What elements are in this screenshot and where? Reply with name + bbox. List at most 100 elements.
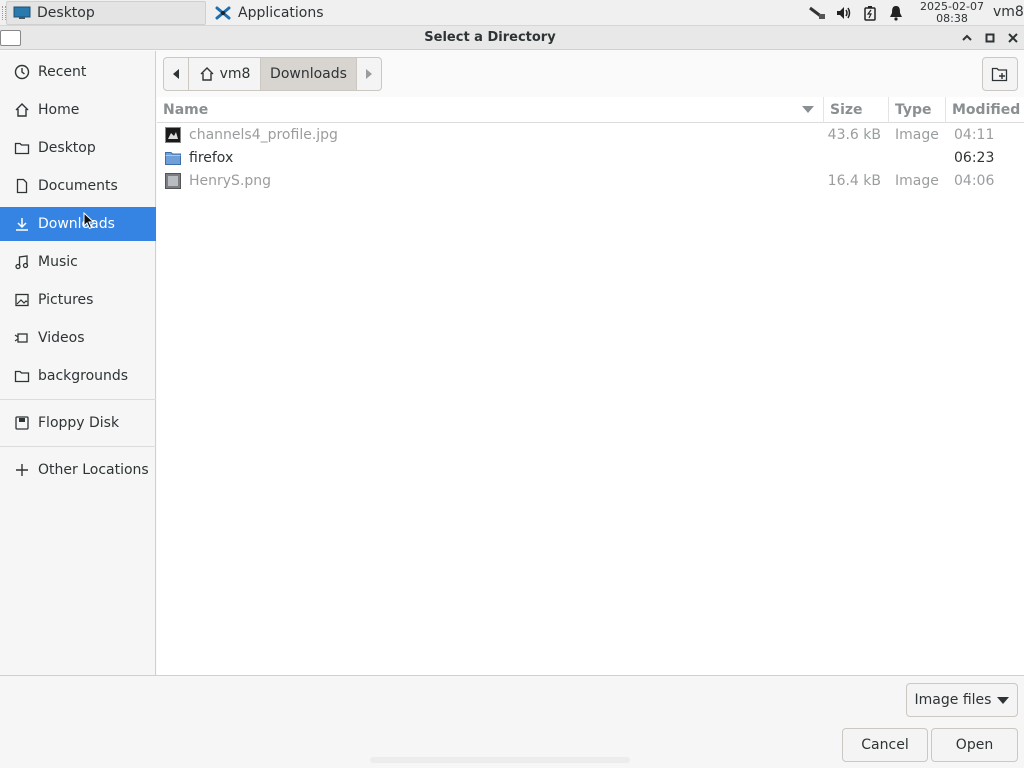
sidebar-item-label: Other Locations: [38, 462, 149, 478]
file-size: 43.6 kB: [827, 126, 881, 143]
notification-bell-icon[interactable]: [886, 3, 906, 23]
path-segment-downloads[interactable]: Downloads: [261, 58, 357, 90]
sidebar-item-label: backgrounds: [38, 368, 129, 384]
clock-icon: [14, 64, 30, 80]
sidebar-item-desktop[interactable]: Desktop: [0, 131, 156, 165]
dialog-title: Select a Directory: [424, 30, 556, 45]
sidebar-item-label: Pictures: [38, 292, 94, 308]
file-list-header: Name Size Type Modified: [157, 97, 1024, 123]
sidebar-item-label: Desktop: [38, 140, 96, 156]
dialog-footer: Image files Cancel Open: [0, 675, 1024, 768]
document-icon: [14, 178, 30, 194]
path-scroll-left-button[interactable]: [164, 58, 189, 90]
file-list[interactable]: Name Size Type Modified channels4_profil…: [157, 97, 1024, 675]
folder-icon: [14, 140, 30, 156]
file-name: channels4_profile.jpg: [189, 126, 338, 143]
sidebar-item-documents[interactable]: Documents: [0, 169, 156, 203]
path-bar: vm8 Downloads: [163, 57, 382, 91]
sort-descending-icon: [802, 106, 814, 113]
file-name: firefox: [189, 149, 234, 166]
path-segment-label: Downloads: [270, 66, 347, 82]
desktop-icon: [13, 5, 31, 21]
sidebar-item-music[interactable]: Music: [0, 245, 156, 279]
path-segment-home[interactable]: vm8: [189, 58, 261, 90]
download-icon: [14, 216, 30, 232]
column-header-label: Modified: [952, 102, 1021, 118]
folder-icon: [164, 146, 182, 169]
sidebar-item-label: Recent: [38, 64, 87, 80]
floppy-icon: [14, 415, 30, 431]
file-size: 16.4 kB: [827, 172, 881, 189]
file-type: Image: [895, 126, 939, 143]
file-modified: 04:06: [954, 172, 995, 189]
new-folder-button[interactable]: [982, 57, 1018, 91]
path-scroll-right-button[interactable]: [357, 58, 381, 90]
column-header-name[interactable]: Name: [157, 97, 824, 123]
file-modified: 04:11: [954, 126, 995, 143]
mouse-cursor-icon: [83, 211, 95, 234]
sidebar-item-label: Downloads: [38, 216, 115, 232]
applications-icon: [214, 5, 232, 21]
chevron-right-icon: [366, 69, 372, 79]
table-row[interactable]: firefox 06:23: [157, 146, 1024, 169]
close-icon[interactable]: [1004, 29, 1022, 47]
sidebar-item-label: Floppy Disk: [38, 415, 120, 431]
home-icon: [200, 67, 214, 81]
picture-icon: [14, 292, 30, 308]
sidebar-item-pictures[interactable]: Pictures: [0, 283, 156, 317]
column-header-modified[interactable]: Modified: [946, 97, 1024, 123]
clock-time: 08:38: [936, 12, 968, 25]
table-row[interactable]: channels4_profile.jpg 43.6 kB Image 04:1…: [157, 123, 1024, 146]
image-file-icon: [164, 123, 182, 146]
cancel-button[interactable]: Cancel: [842, 728, 928, 762]
places-sidebar: Recent Home Desktop Documents Downloads …: [0, 51, 156, 675]
path-segment-label: vm8: [219, 66, 251, 82]
sidebar-item-recent[interactable]: Recent: [0, 55, 156, 89]
file-modified: 06:23: [954, 149, 995, 166]
folder-icon: [14, 368, 30, 384]
volume-icon[interactable]: [834, 3, 854, 23]
sidebar-item-floppy-disk[interactable]: Floppy Disk: [0, 406, 156, 440]
column-header-type[interactable]: Type: [889, 97, 946, 123]
applications-label: Applications: [238, 5, 324, 21]
chevron-left-icon: [173, 69, 179, 79]
video-icon: [14, 330, 30, 346]
file-filter-dropdown[interactable]: Image files: [906, 683, 1018, 717]
sidebar-divider: [0, 399, 156, 400]
sidebar-item-label: Home: [38, 102, 80, 118]
applications-menu-button[interactable]: Applications: [208, 1, 388, 25]
sidebar-item-backgrounds[interactable]: backgrounds: [0, 359, 156, 393]
file-filter-label: Image files: [914, 692, 992, 708]
column-header-label: Name: [163, 102, 209, 118]
sidebar-item-videos[interactable]: Videos: [0, 321, 156, 355]
maximize-icon[interactable]: [981, 29, 999, 47]
table-row[interactable]: HenryS.png 16.4 kB Image 04:06: [157, 169, 1024, 192]
column-header-label: Type: [895, 102, 932, 118]
dialog-titlebar[interactable]: Select a Directory: [0, 26, 1024, 50]
taskbar-desktop-button[interactable]: Desktop: [6, 1, 206, 25]
panel-clock[interactable]: 2025-02-07 08:38: [912, 0, 992, 26]
network-icon[interactable]: [806, 3, 828, 23]
taskbar-desktop-label: Desktop: [37, 5, 95, 21]
file-name: HenryS.png: [189, 172, 272, 189]
user-menu[interactable]: vm8: [993, 4, 1024, 20]
resize-handle: [370, 757, 630, 763]
open-button[interactable]: Open: [931, 728, 1018, 762]
file-size: [817, 146, 881, 169]
battery-icon[interactable]: [860, 3, 880, 23]
sidebar-item-label: Music: [38, 254, 78, 270]
sidebar-item-other-locations[interactable]: Other Locations: [0, 453, 156, 487]
column-header-size[interactable]: Size: [824, 97, 889, 123]
sidebar-item-label: Videos: [38, 330, 85, 346]
sidebar-item-label: Documents: [38, 178, 118, 194]
music-icon: [14, 254, 30, 270]
new-folder-icon: [991, 67, 1008, 82]
sidebar-item-home[interactable]: Home: [0, 93, 156, 127]
column-header-label: Size: [830, 102, 863, 118]
home-icon: [14, 102, 30, 118]
sidebar-item-downloads[interactable]: Downloads: [0, 207, 156, 241]
plus-icon: [14, 462, 30, 478]
file-type: Image: [895, 172, 939, 189]
image-file-icon: [164, 169, 182, 192]
minimize-icon[interactable]: [958, 29, 976, 47]
